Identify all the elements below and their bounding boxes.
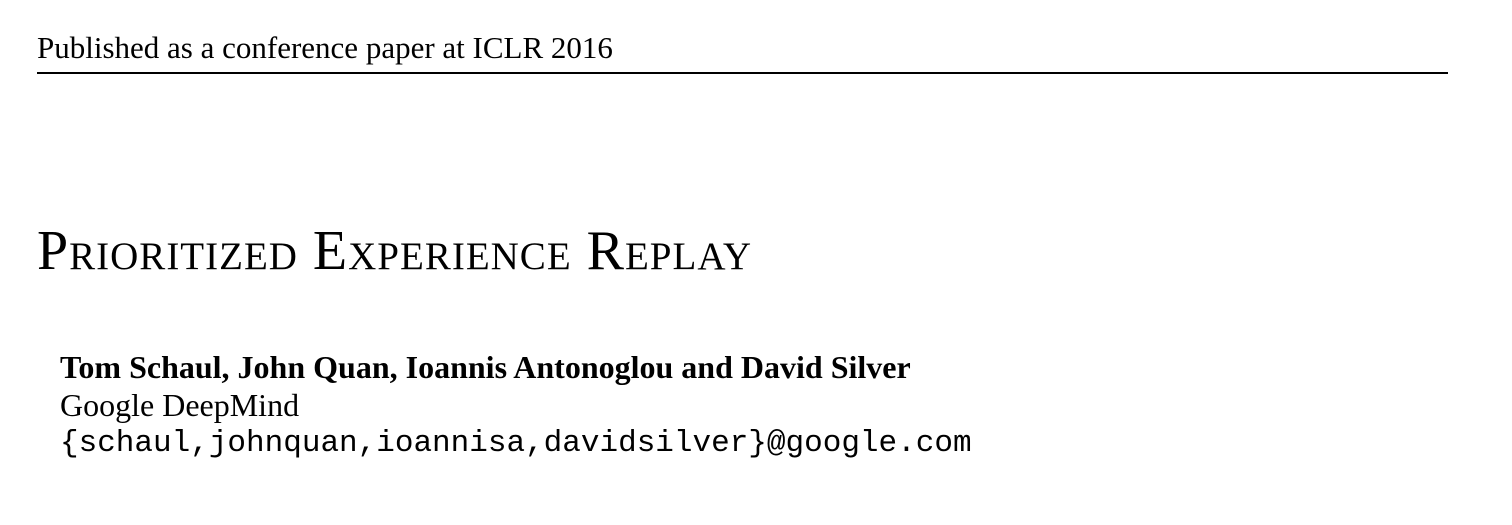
- author-list: Tom Schaul, John Quan, Ioannis Antonoglo…: [60, 349, 911, 385]
- author-email: {schaul,johnquan,ioannisa,davidsilver}@g…: [60, 426, 972, 461]
- header-rule: [37, 72, 1448, 74]
- author-affiliation: Google DeepMind: [60, 387, 300, 423]
- paper-title: Prioritized Experience Replay: [37, 220, 753, 282]
- paper-page: Published as a conference paper at ICLR …: [0, 0, 1512, 525]
- author-block: Tom Schaul, John Quan, Ioannis Antonoglo…: [60, 348, 972, 464]
- running-head: Published as a conference paper at ICLR …: [37, 30, 613, 65]
